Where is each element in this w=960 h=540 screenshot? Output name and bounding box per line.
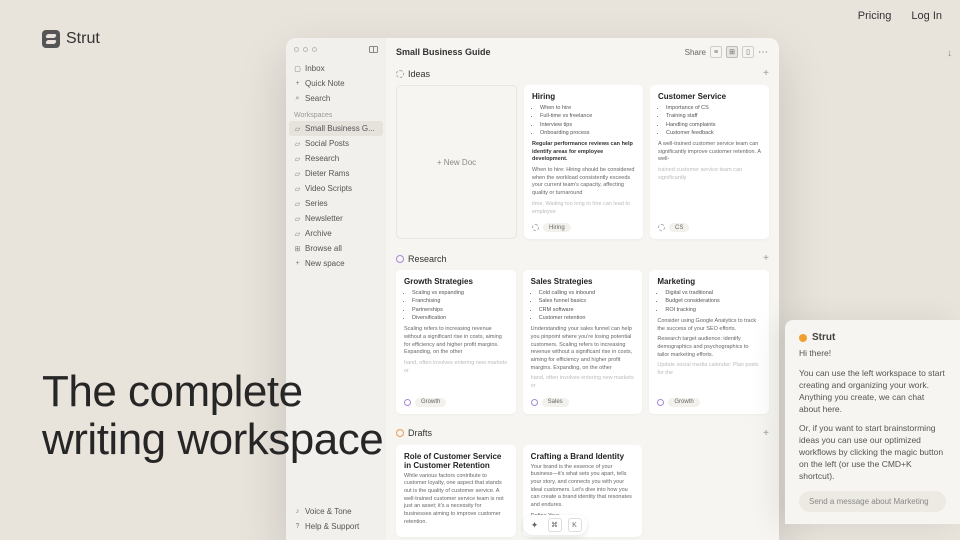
collapse-arrow-icon[interactable]: ↓	[947, 48, 952, 59]
brand-logo[interactable]: Strut	[42, 30, 100, 48]
folder-icon: ▱	[294, 185, 301, 192]
tag-sales[interactable]: Sales	[542, 398, 569, 407]
tag-ring-icon	[404, 399, 411, 406]
research-title: Research	[408, 254, 447, 264]
top-nav: Pricing Log In	[858, 10, 942, 22]
window-controls	[286, 46, 386, 61]
header-actions: Share ≡ ⊞ ▯ ⋯	[685, 46, 769, 58]
add-idea-button[interactable]: +	[763, 68, 769, 79]
card-customer-service[interactable]: Customer Service Importance of CS Traini…	[650, 85, 769, 239]
sidebar-item-social[interactable]: ▱Social Posts	[286, 136, 386, 151]
folder-icon: ▱	[294, 215, 301, 222]
sidebar-item-dieter[interactable]: ▱Dieter Rams	[286, 166, 386, 181]
traffic-light-close[interactable]	[294, 47, 299, 52]
main-panel: Small Business Guide Share ≡ ⊞ ▯ ⋯ Ideas…	[386, 38, 779, 540]
card-growth[interactable]: Growth Strategies Scaling vs expanding F…	[396, 270, 516, 414]
chat-body: Hi there! You can use the left workspace…	[799, 348, 946, 483]
brand-name: Strut	[66, 30, 100, 48]
sidebar-item-series[interactable]: ▱Series	[286, 196, 386, 211]
folder-icon: ▱	[294, 230, 301, 237]
nav-search[interactable]: ⌕Search	[286, 91, 386, 106]
folder-icon: ▱	[294, 140, 301, 147]
sidebar-item-archive[interactable]: ▱Archive	[286, 226, 386, 241]
plus-icon: +	[294, 80, 301, 87]
view-board-icon[interactable]: ▯	[742, 46, 754, 58]
folder-icon: ▱	[294, 170, 301, 177]
folder-icon: ▱	[294, 200, 301, 207]
traffic-light-min[interactable]	[303, 47, 308, 52]
logo-icon	[42, 30, 60, 48]
view-list-icon[interactable]: ≡	[710, 46, 722, 58]
ideas-title: Ideas	[408, 69, 430, 79]
new-doc-button[interactable]: + New Doc	[396, 85, 517, 239]
card-marketing[interactable]: Marketing Digital vs traditional Budget …	[649, 270, 769, 414]
folder-icon: ▱	[294, 125, 301, 132]
tag-ring-icon	[531, 399, 538, 406]
hero-headline: The complete writing workspace	[42, 368, 383, 465]
tag-ring-icon	[532, 224, 539, 231]
share-button[interactable]: Share	[685, 48, 706, 57]
sidebar-item-newsletter[interactable]: ▱Newsletter	[286, 211, 386, 226]
card-cs-retention[interactable]: Role of Customer Service in Customer Ret…	[396, 445, 516, 537]
nav-inbox[interactable]: ▢Inbox	[286, 61, 386, 76]
sidebar-item-research[interactable]: ▱Research	[286, 151, 386, 166]
add-research-button[interactable]: +	[763, 253, 769, 264]
help-support[interactable]: ?Help & Support	[286, 519, 386, 534]
plus-icon: +	[294, 260, 301, 267]
pricing-link[interactable]: Pricing	[858, 10, 892, 22]
more-menu[interactable]: ⋯	[758, 47, 769, 58]
browse-all[interactable]: ⊞Browse all	[286, 241, 386, 256]
page-title: Small Business Guide	[396, 47, 491, 57]
chat-avatar-icon	[799, 334, 807, 342]
command-toolbar[interactable]: ✦ ⌘ K	[523, 515, 587, 535]
card-hiring[interactable]: Hiring When to hire Full-time vs freelan…	[524, 85, 643, 239]
section-research: Research + Growth Strategies Scaling vs …	[386, 249, 779, 424]
ideas-section-icon	[396, 70, 404, 78]
tag-growth[interactable]: Growth	[668, 398, 699, 407]
main-header: Small Business Guide Share ≡ ⊞ ▯ ⋯	[386, 38, 779, 64]
nav-quick-note[interactable]: +Quick Note	[286, 76, 386, 91]
tag-hiring[interactable]: Hiring	[543, 223, 571, 232]
view-grid-icon[interactable]: ⊞	[726, 46, 738, 58]
inbox-icon: ▢	[294, 65, 301, 72]
sidebar-item-small-business[interactable]: ▱Small Business G...	[289, 121, 383, 136]
tag-growth[interactable]: Growth	[415, 398, 446, 407]
search-icon: ⌕	[294, 95, 301, 102]
voice-tone[interactable]: ♪Voice & Tone	[286, 504, 386, 519]
workspaces-heading: Workspaces	[286, 106, 386, 121]
add-draft-button[interactable]: +	[763, 428, 769, 439]
section-ideas: Ideas + + New Doc Hiring When to hire Fu…	[386, 64, 779, 249]
traffic-light-max[interactable]	[312, 47, 317, 52]
cmd-key: ⌘	[548, 518, 562, 532]
sidebar-item-video[interactable]: ▱Video Scripts	[286, 181, 386, 196]
tag-ring-icon	[657, 399, 664, 406]
tag-ring-icon	[658, 224, 665, 231]
login-link[interactable]: Log In	[911, 10, 942, 22]
grid-icon: ⊞	[294, 245, 301, 252]
k-key: K	[568, 518, 582, 532]
chat-input[interactable]: Send a message about Marketing	[799, 491, 946, 512]
research-section-icon	[396, 255, 404, 263]
chat-panel: Strut Hi there! You can use the left wor…	[785, 320, 960, 524]
chat-name: Strut	[812, 332, 835, 343]
folder-icon: ▱	[294, 155, 301, 162]
help-icon: ?	[294, 523, 301, 530]
new-space[interactable]: +New space	[286, 256, 386, 271]
drafts-section-icon	[396, 429, 404, 437]
tag-cs[interactable]: CS	[669, 223, 689, 232]
drafts-title: Drafts	[408, 428, 432, 438]
voice-icon: ♪	[294, 508, 301, 515]
panel-toggle-icon[interactable]	[369, 46, 378, 53]
magic-icon[interactable]: ✦	[528, 518, 542, 532]
card-sales[interactable]: Sales Strategies Cold calling vs inbound…	[523, 270, 643, 414]
